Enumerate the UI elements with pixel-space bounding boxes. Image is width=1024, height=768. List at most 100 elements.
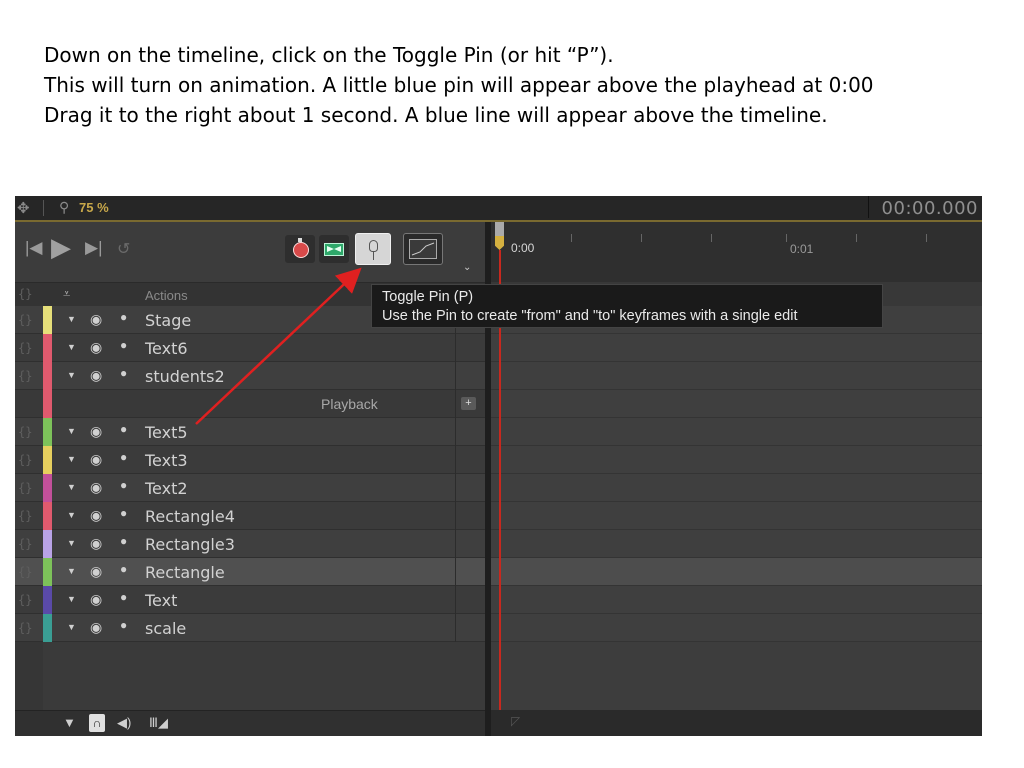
expand-triangle-icon[interactable]: ▼ [67, 510, 76, 520]
grid-icon[interactable]: Ⅲ◢ [149, 715, 168, 731]
actions-icon[interactable]: {} [18, 453, 32, 467]
layer-row[interactable]: {} ▼ ◉ ● scale [15, 614, 485, 642]
track-row-selected[interactable] [491, 558, 982, 586]
collapse-all-icon[interactable]: ⩡ [63, 286, 70, 302]
track-row[interactable] [491, 362, 982, 390]
audio-icon[interactable]: ◀) [117, 715, 131, 731]
tooltip-title: Toggle Pin (P) [382, 289, 474, 305]
expand-triangle-icon[interactable]: ▼ [67, 622, 76, 632]
actions-icon[interactable]: {} [18, 593, 32, 607]
expand-triangle-icon[interactable]: ▼ [67, 426, 76, 436]
ruler-tick [856, 234, 857, 242]
eye-icon[interactable]: ◉ [90, 591, 102, 608]
actions-icon[interactable]: {} [18, 537, 32, 551]
add-trigger-icon[interactable]: + [461, 397, 476, 410]
track-row[interactable] [491, 334, 982, 362]
envelope-icon [324, 243, 344, 256]
expand-triangle-icon[interactable]: ▼ [67, 482, 76, 492]
lock-dot-icon[interactable]: ● [120, 618, 127, 632]
actions-icon[interactable]: {} [18, 341, 32, 355]
time-ruler[interactable]: 0:00 0:01 [491, 222, 982, 283]
track-row[interactable] [491, 390, 982, 418]
lock-dot-icon[interactable]: ● [120, 310, 127, 324]
toggle-pin-button[interactable] [355, 233, 391, 265]
actions-icon[interactable]: {} [18, 481, 32, 495]
actions-icon[interactable]: {} [18, 369, 32, 383]
layer-row[interactable]: {} ▼ ◉ ● Text5 [15, 418, 485, 446]
play-icon[interactable]: ▶ [51, 232, 71, 263]
expand-triangle-icon[interactable]: ▼ [67, 342, 76, 352]
layer-row[interactable]: {} ▼ ◉ ● Text6 [15, 334, 485, 362]
actions-icon[interactable]: {} [18, 425, 32, 439]
layer-color-swatch [43, 306, 52, 334]
current-time-readout[interactable]: 00:00.000 [882, 198, 978, 219]
lock-dot-icon[interactable]: ● [120, 450, 127, 464]
track-row[interactable] [491, 446, 982, 474]
lock-dot-icon[interactable]: ● [120, 534, 127, 548]
zoom-level[interactable]: 75 % [79, 200, 109, 215]
eye-icon[interactable]: ◉ [90, 479, 102, 496]
lock-dot-icon[interactable]: ● [120, 366, 127, 380]
layer-row[interactable]: {} ▼ ◉ ● Rectangle4 [15, 502, 485, 530]
skip-to-start-icon[interactable]: |◀ [25, 238, 43, 258]
move-icon[interactable]: ✥ [17, 199, 30, 217]
scroll-left-icon[interactable]: ◸ [511, 714, 520, 728]
timeline-scrollbar[interactable]: ◸ [491, 710, 982, 736]
lock-dot-icon[interactable]: ● [120, 478, 127, 492]
expand-triangle-icon[interactable]: ▼ [67, 370, 76, 380]
filter-icon[interactable]: ▼ [63, 715, 76, 730]
expand-triangle-icon[interactable]: ▼ [67, 454, 76, 464]
track-row[interactable] [491, 530, 982, 558]
expand-triangle-icon[interactable]: ▼ [67, 314, 76, 324]
actions-icon[interactable]: {} [18, 313, 32, 327]
eye-icon[interactable]: ◉ [90, 451, 102, 468]
playback-controls: |◀ ▶ ▶| ↺ ⌄ [15, 222, 485, 282]
eye-icon[interactable]: ◉ [90, 507, 102, 524]
layer-row[interactable]: {} ▼ ◉ ● Text [15, 586, 485, 614]
lock-dot-icon[interactable]: ● [120, 422, 127, 436]
eye-icon[interactable]: ◉ [90, 339, 102, 356]
layer-row[interactable]: {} ▼ ◉ ● Rectangle3 [15, 530, 485, 558]
layer-row[interactable]: {} ▼ ◉ ● students2 [15, 362, 485, 390]
eye-icon[interactable]: ◉ [90, 535, 102, 552]
expand-triangle-icon[interactable]: ▼ [67, 538, 76, 548]
magnet-icon[interactable]: ∩ [89, 714, 105, 732]
track-row[interactable] [491, 474, 982, 502]
expand-triangle-icon[interactable]: ▼ [67, 594, 76, 604]
layer-name: scale [145, 619, 187, 638]
lock-dot-icon[interactable]: ● [120, 338, 127, 352]
skip-to-end-icon[interactable]: ▶| [85, 238, 103, 258]
lock-dot-icon[interactable]: ● [120, 562, 127, 576]
track-row[interactable] [491, 586, 982, 614]
playback-row[interactable]: Playback + [15, 390, 485, 418]
loop-icon[interactable]: ↺ [117, 239, 130, 259]
toggle-pin-tooltip: Toggle Pin (P) Use the Pin to create "fr… [371, 284, 883, 328]
auto-transition-button[interactable] [319, 235, 349, 263]
divider [455, 502, 456, 530]
auto-keyframe-button[interactable] [285, 235, 315, 263]
actions-icon[interactable]: {} [18, 509, 32, 523]
layer-row-selected[interactable]: {} ▼ ◉ ● Rectangle [15, 558, 485, 586]
easing-graph-button[interactable] [403, 233, 443, 265]
layer-color-swatch [43, 558, 52, 586]
eye-icon[interactable]: ◉ [90, 367, 102, 384]
eye-icon[interactable]: ◉ [90, 311, 102, 328]
stopwatch-icon [293, 242, 309, 258]
track-row[interactable] [491, 418, 982, 446]
actions-icon[interactable]: {} [18, 565, 32, 579]
eye-icon[interactable]: ◉ [90, 563, 102, 580]
eye-icon[interactable]: ◉ [90, 619, 102, 636]
eye-icon[interactable]: ◉ [90, 423, 102, 440]
pin-handle[interactable] [495, 222, 504, 236]
layer-row[interactable]: {} ▼ ◉ ● Text3 [15, 446, 485, 474]
magnifier-icon[interactable]: ⚲ [59, 199, 69, 216]
track-row[interactable] [491, 614, 982, 642]
actions-icon[interactable]: {} [18, 621, 32, 635]
lock-dot-icon[interactable]: ● [120, 590, 127, 604]
layer-row[interactable]: {} ▼ ◉ ● Text2 [15, 474, 485, 502]
track-row[interactable] [491, 502, 982, 530]
expand-triangle-icon[interactable]: ▼ [67, 566, 76, 576]
easing-graph-icon [411, 242, 435, 256]
lock-dot-icon[interactable]: ● [120, 506, 127, 520]
chevron-down-icon[interactable]: ⌄ [463, 262, 471, 273]
